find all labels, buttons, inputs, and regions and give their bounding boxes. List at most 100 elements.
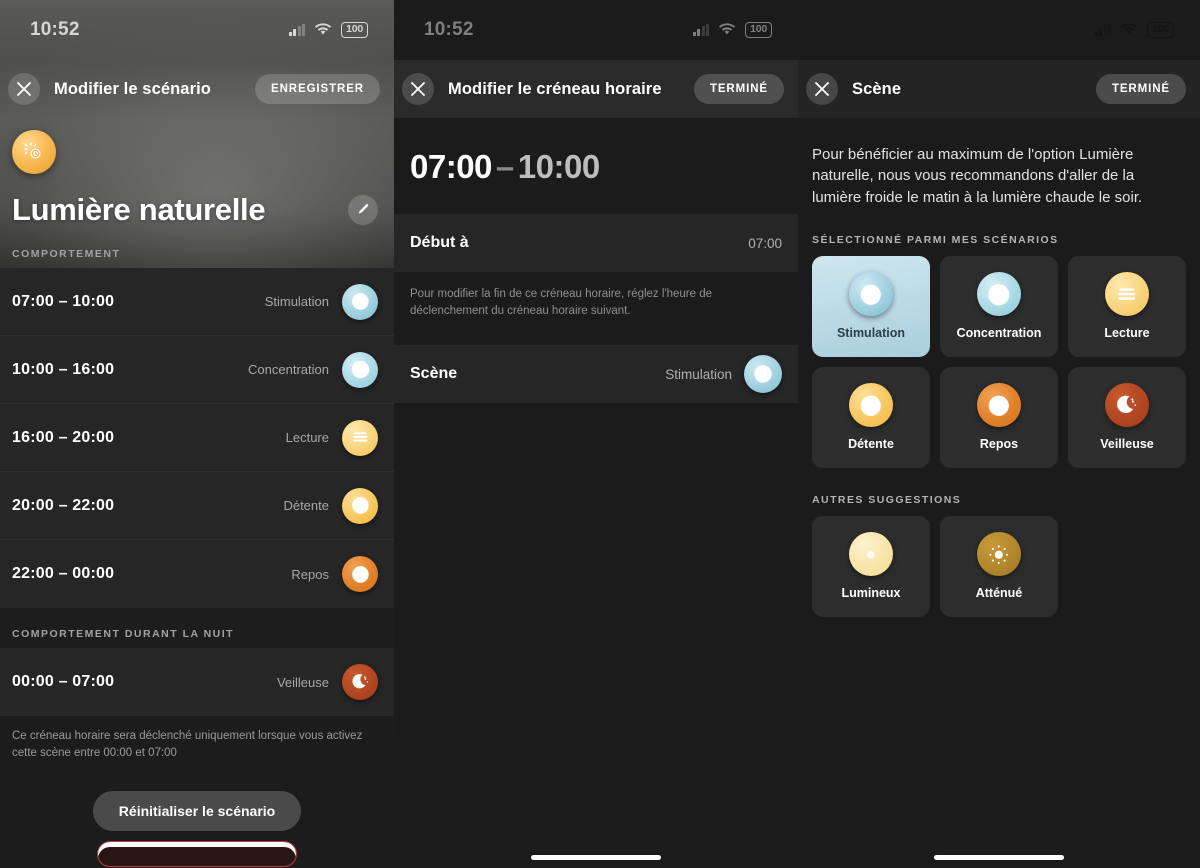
scene-row-label: Scène xyxy=(410,365,458,383)
range-end: 10:00 xyxy=(517,148,600,185)
page-title: Scène xyxy=(852,79,902,98)
scene-tile-label: Lumineux xyxy=(841,586,901,601)
cellular-signal-icon xyxy=(692,23,710,36)
lumineux-icon xyxy=(849,532,893,577)
table-row[interactable]: 16:00 – 20:00 Lecture xyxy=(0,404,394,472)
time-range-display: 07:00–10:00 xyxy=(394,118,798,214)
battery-icon: 100 xyxy=(341,22,368,38)
scene-tile-repos[interactable]: Repos xyxy=(940,366,1058,468)
night-footnote: Ce créneau horaire sera déclenché unique… xyxy=(12,730,363,759)
veilleuse-icon xyxy=(342,664,378,700)
scene-tile-label: Stimulation xyxy=(836,326,906,341)
table-row[interactable]: 07:00 – 10:00 Stimulation xyxy=(0,268,394,336)
scenario-title-row: Lumière naturelle xyxy=(12,192,378,228)
night-section-label: COMPORTEMENT DURANT LA NUIT xyxy=(12,628,235,640)
scene-row-value: Stimulation xyxy=(665,366,732,382)
other-suggestions-label: AUTRES SUGGESTIONS xyxy=(812,493,962,506)
slot-scene-label: Veilleuse xyxy=(276,674,329,690)
scene-tile-label: Lecture xyxy=(1104,326,1150,341)
status-time: 10:52 xyxy=(30,19,80,40)
delete-scenario-button[interactable] xyxy=(97,841,297,868)
close-icon[interactable] xyxy=(402,73,434,105)
panel-edit-time-slot: 10:52 100 Modifier le créneau horaire TE… xyxy=(394,0,798,868)
slot-time: 22:00 – 00:00 xyxy=(12,565,115,582)
slot-time: 00:00 – 07:00 xyxy=(12,673,115,690)
slot-scene-label: Concentration xyxy=(248,362,329,377)
scene-tile-label: Veilleuse xyxy=(1100,437,1154,452)
range-dash: – xyxy=(495,148,514,185)
slot-time: 07:00 – 10:00 xyxy=(12,292,115,310)
scene-intro-text: Pour bénéficier au maximum de l'option L… xyxy=(812,146,1143,206)
close-icon[interactable] xyxy=(8,73,40,105)
navbar-3: Scène TERMINÉ xyxy=(798,60,1200,118)
scene-tile-concentration[interactable]: Concentration xyxy=(940,255,1058,357)
save-button[interactable]: ENREGISTRER xyxy=(255,74,380,104)
scene-tile-label: Concentration xyxy=(956,326,1042,341)
page-title: Modifier le créneau horaire xyxy=(448,79,662,98)
start-time-label: Début à xyxy=(410,234,469,251)
scenario-hero: Lumière naturelle xyxy=(0,118,394,228)
battery-icon: 100 xyxy=(745,22,772,38)
scene-tile-label: Détente xyxy=(848,437,894,452)
status-icons: 100 xyxy=(288,22,368,38)
detente-icon xyxy=(849,383,893,428)
detente-icon xyxy=(342,487,378,524)
status-bar-2: 10:52 100 xyxy=(394,0,798,60)
wifi-icon xyxy=(1120,23,1138,36)
table-row[interactable]: 22:00 – 00:00 Repos xyxy=(0,540,394,608)
slot-scene-label: Lecture xyxy=(285,430,329,445)
panel1-actions: Réinitialiser le scénario xyxy=(0,791,394,868)
panel1-content: Modifier le scénario ENREGISTRER Lumière… xyxy=(0,60,394,868)
night-slot-list: 00:00 – 07:00 Veilleuse xyxy=(0,648,394,716)
table-row[interactable]: 20:00 – 22:00 Détente xyxy=(0,472,394,540)
concentration-icon xyxy=(977,272,1021,317)
veilleuse-icon xyxy=(1105,383,1149,428)
stimulation-icon xyxy=(342,283,378,320)
battery-icon: 100 xyxy=(1147,22,1174,38)
behavior-section-label: COMPORTEMENT xyxy=(12,248,121,260)
done-button[interactable]: TERMINÉ xyxy=(1095,74,1186,104)
start-time-row[interactable]: Début à 07:00 xyxy=(394,214,798,272)
scene-tile-detente[interactable]: Détente xyxy=(812,366,930,468)
lecture-icon xyxy=(1105,272,1149,317)
table-row[interactable]: 00:00 – 07:00 Veilleuse xyxy=(0,648,394,716)
scene-row[interactable]: Scène Stimulation xyxy=(394,345,798,404)
scene-tile-stimulation[interactable]: Stimulation xyxy=(812,255,930,357)
status-icons: 100 xyxy=(1094,22,1174,38)
scene-tile-lecture[interactable]: Lecture xyxy=(1068,255,1186,357)
scene-tile-attenue[interactable]: Atténué xyxy=(940,515,1058,617)
panel-edit-scenario: 10:52 100 Modifier le scénario ENREGISTR… xyxy=(0,0,394,868)
scene-grid: Stimulation Concentration Lecture Détent… xyxy=(798,255,1200,468)
scene-tile-lumineux[interactable]: Lumineux xyxy=(812,515,930,617)
repos-icon xyxy=(977,383,1021,428)
slot-time: 16:00 – 20:00 xyxy=(12,428,115,446)
status-time xyxy=(828,19,833,41)
time-slot-list: 07:00 – 10:00 Stimulation 10:00 – 16:00 … xyxy=(0,268,394,608)
natural-light-icon xyxy=(12,130,56,174)
home-indicator xyxy=(531,855,661,860)
concentration-icon xyxy=(342,351,378,388)
slot-time: 10:00 – 16:00 xyxy=(12,360,115,378)
lecture-icon xyxy=(342,419,378,456)
scene-tile-veilleuse[interactable]: Veilleuse xyxy=(1068,366,1186,468)
navbar-1: Modifier le scénario ENREGISTRER xyxy=(0,60,394,118)
done-button[interactable]: TERMINÉ xyxy=(693,74,784,104)
attenue-icon xyxy=(977,532,1021,577)
suggestion-grid: Lumineux Atténué xyxy=(798,515,1200,617)
reset-scenario-button[interactable]: Réinitialiser le scénario xyxy=(92,791,302,832)
scene-tile-label: Repos xyxy=(979,437,1019,452)
stimulation-icon xyxy=(744,355,782,394)
cellular-signal-icon xyxy=(288,23,306,36)
panel-scene-picker: 100 Scène TERMINÉ Pour bénéficier au max… xyxy=(798,0,1200,868)
table-row[interactable]: 10:00 – 16:00 Concentration xyxy=(0,336,394,404)
status-bar-3: 100 xyxy=(798,0,1200,60)
close-icon[interactable] xyxy=(806,73,838,105)
slot-time: 20:00 – 22:00 xyxy=(12,496,115,514)
slot-scene-label: Détente xyxy=(283,498,329,513)
navbar-2: Modifier le créneau horaire TERMINÉ xyxy=(394,60,798,118)
wifi-icon xyxy=(314,23,332,36)
edit-help-text: Pour modifier la fin de ce créneau horai… xyxy=(410,288,713,317)
scenario-title: Lumière naturelle xyxy=(12,192,266,227)
pencil-icon[interactable] xyxy=(348,195,378,225)
three-panel-screenshot: 10:52 100 Modifier le scénario ENREGISTR… xyxy=(0,0,1200,868)
